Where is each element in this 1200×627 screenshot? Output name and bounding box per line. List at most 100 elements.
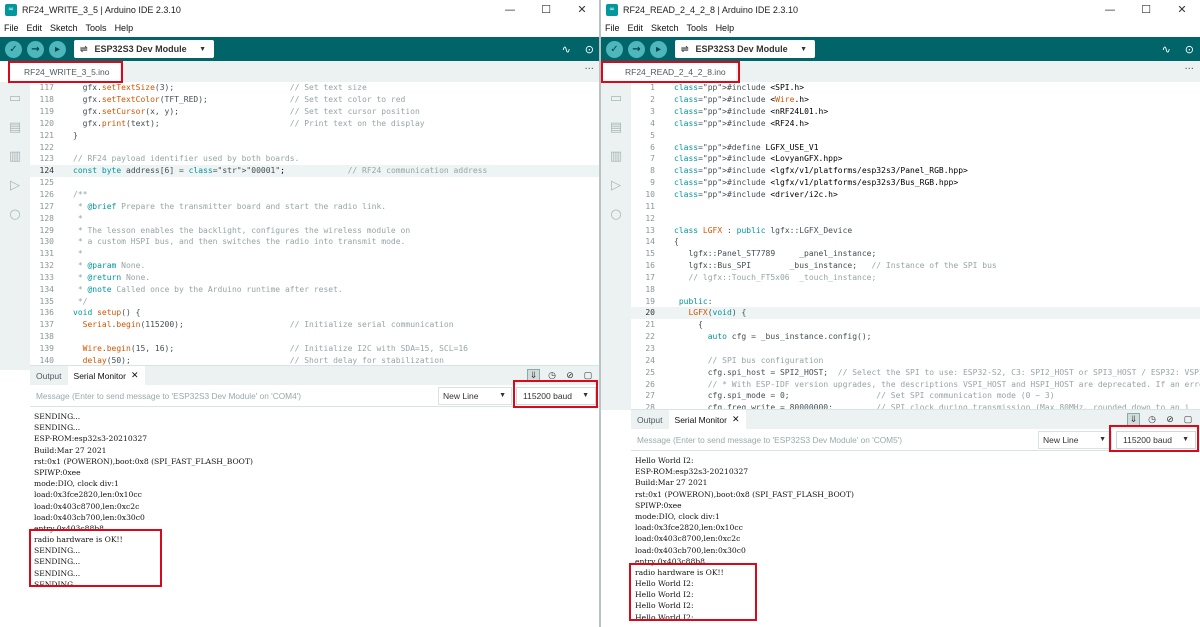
close-icon[interactable]: ✕ bbox=[1164, 0, 1200, 19]
code-line[interactable]: 6 class="pp">#define LGFX_USE_V1 bbox=[631, 141, 1200, 153]
code-line[interactable]: 11 bbox=[631, 200, 1200, 212]
timestamp-icon[interactable]: ◷ bbox=[546, 370, 558, 382]
code-editor[interactable]: 117 gfx.setTextSize(3); // Set text size… bbox=[30, 82, 600, 370]
baud-rate-select[interactable]: 115200 baud ▼ bbox=[1116, 430, 1196, 449]
code-editor[interactable]: 1 class="pp">#include <SPI.h> 2 class="pp">… bbox=[631, 82, 1200, 409]
code-line[interactable]: 133 * @return None. bbox=[30, 272, 600, 284]
code-line[interactable]: 117 gfx.setTextSize(3); // Set text size bbox=[30, 82, 600, 94]
boards-manager-icon[interactable]: ▤ bbox=[9, 121, 21, 134]
code-line[interactable]: 125 bbox=[30, 177, 600, 189]
menu-tools[interactable]: Tools bbox=[82, 23, 111, 33]
autoscroll-icon[interactable]: ⇓ bbox=[527, 369, 540, 382]
autoscroll-icon[interactable]: ⇓ bbox=[1127, 413, 1140, 426]
code-line[interactable]: 14 { bbox=[631, 236, 1200, 248]
verify-button[interactable]: ✓ bbox=[5, 40, 22, 58]
code-line[interactable]: 135 */ bbox=[30, 295, 600, 307]
menu-help[interactable]: Help bbox=[712, 23, 739, 33]
board-selector[interactable]: ⇌ ESP32S3 Dev Module ▼ bbox=[675, 40, 815, 58]
board-selector[interactable]: ⇌ ESP32S3 Dev Module ▼ bbox=[74, 40, 214, 58]
menu-file[interactable]: File bbox=[601, 23, 624, 33]
code-line[interactable]: 121} bbox=[30, 129, 600, 141]
code-line[interactable]: 122 bbox=[30, 141, 600, 153]
menu-sketch[interactable]: Sketch bbox=[647, 23, 683, 33]
code-line[interactable]: 130 * a custom HSPI bus, and then switch… bbox=[30, 236, 600, 248]
code-line[interactable]: 24 // SPI bus configuration bbox=[631, 354, 1200, 366]
code-line[interactable]: 22 auto cfg = _bus_instance.config(); bbox=[631, 331, 1200, 343]
code-line[interactable]: 124 const byte address[6] = class="str">"… bbox=[30, 164, 600, 177]
upload-button[interactable]: → bbox=[27, 40, 44, 58]
code-line[interactable]: 127 * @brief Prepare the transmitter boa… bbox=[30, 200, 600, 212]
tab-sketch-file[interactable]: RF24_READ_2_4_2_8.ino bbox=[601, 62, 736, 82]
code-line[interactable]: 2 class="pp">#include <Wire.h> bbox=[631, 94, 1200, 106]
code-line[interactable]: 123 // RF24 payload identifier used by bo… bbox=[30, 153, 600, 165]
maximize-panel-icon[interactable]: ▢ bbox=[582, 370, 594, 382]
code-line[interactable]: 26 // * With ESP-IDF version upgrades, t… bbox=[631, 378, 1200, 390]
code-line[interactable]: 136 void setup() { bbox=[30, 307, 600, 319]
search-icon[interactable]: ○ bbox=[610, 208, 621, 221]
menu-tools[interactable]: Tools bbox=[683, 23, 712, 33]
serial-monitor-icon[interactable]: ⊙ bbox=[585, 43, 594, 56]
serial-plotter-icon[interactable]: ∿ bbox=[1162, 43, 1171, 56]
minimize-icon[interactable]: — bbox=[1092, 0, 1128, 19]
more-icon[interactable]: ··· bbox=[584, 64, 594, 75]
code-line[interactable]: 129 * The lesson enables the backlight, … bbox=[30, 224, 600, 236]
tab-serial-monitor[interactable]: Serial Monitor ✕ bbox=[67, 366, 145, 385]
code-line[interactable]: 1 class="pp">#include <SPI.h> bbox=[631, 82, 1200, 94]
code-line[interactable]: 17 // lgfx::Touch_FT5x06 _touch_instance… bbox=[631, 272, 1200, 284]
code-line[interactable]: 3 class="pp">#include <nRF24L01.h> bbox=[631, 106, 1200, 118]
debug-icon[interactable]: ▷ bbox=[10, 179, 20, 192]
code-line[interactable]: 120 gfx.print(text); // Print text on th… bbox=[30, 118, 600, 130]
menu-file[interactable]: File bbox=[0, 23, 23, 33]
clear-output-icon[interactable]: ⊘ bbox=[564, 370, 576, 382]
code-line[interactable]: 4 class="pp">#include <RF24.h> bbox=[631, 118, 1200, 130]
line-ending-select[interactable]: New Line ▼ bbox=[1038, 430, 1112, 449]
code-line[interactable]: 134 * @note Called once by the Arduino r… bbox=[30, 283, 600, 295]
maximize-icon[interactable]: ☐ bbox=[1128, 0, 1164, 19]
code-line[interactable]: 27 cfg.spi_mode = 0; // Set SPI communic… bbox=[631, 390, 1200, 402]
search-icon[interactable]: ○ bbox=[9, 208, 20, 221]
code-line[interactable]: 25 cfg.spi_host = SPI2_HOST; // Select t… bbox=[631, 366, 1200, 378]
menu-sketch[interactable]: Sketch bbox=[46, 23, 82, 33]
folder-icon[interactable]: ▭ bbox=[9, 92, 21, 105]
library-icon[interactable]: ▥ bbox=[610, 150, 622, 163]
serial-monitor-icon[interactable]: ⊙ bbox=[1185, 43, 1194, 56]
debug-icon[interactable]: ▷ bbox=[611, 179, 621, 192]
code-line[interactable]: 128 * bbox=[30, 212, 600, 224]
code-line[interactable]: 18 bbox=[631, 283, 1200, 295]
serial-plotter-icon[interactable]: ∿ bbox=[562, 43, 571, 56]
maximize-icon[interactable]: ☐ bbox=[528, 0, 564, 19]
code-line[interactable]: 28 cfg.freq_write = 80000000; // SPI clo… bbox=[631, 402, 1200, 409]
folder-icon[interactable]: ▭ bbox=[610, 92, 622, 105]
code-line[interactable]: 137 Serial.begin(115200); // Initialize … bbox=[30, 319, 600, 331]
code-line[interactable]: 139 Wire.begin(15, 16); // Initialize I2… bbox=[30, 343, 600, 355]
upload-button[interactable]: → bbox=[628, 40, 645, 58]
code-line[interactable]: 10 class="pp">#include <driver/i2c.h> bbox=[631, 189, 1200, 201]
message-input[interactable]: Message (Enter to send message to 'ESP32… bbox=[631, 435, 1038, 445]
code-line[interactable]: 132 * @param None. bbox=[30, 260, 600, 272]
code-line[interactable]: 126 /** bbox=[30, 189, 600, 201]
maximize-panel-icon[interactable]: ▢ bbox=[1182, 414, 1194, 426]
debug-button[interactable]: ▸ bbox=[650, 40, 667, 58]
timestamp-icon[interactable]: ◷ bbox=[1146, 414, 1158, 426]
code-line[interactable]: 23 bbox=[631, 343, 1200, 355]
verify-button[interactable]: ✓ bbox=[606, 40, 623, 58]
close-icon[interactable]: ✕ bbox=[732, 414, 740, 425]
clear-output-icon[interactable]: ⊘ bbox=[1164, 414, 1176, 426]
code-line[interactable]: 16 lgfx::Bus_SPI _bus_instance; // Insta… bbox=[631, 260, 1200, 272]
code-line[interactable]: 21 { bbox=[631, 319, 1200, 331]
boards-manager-icon[interactable]: ▤ bbox=[610, 121, 622, 134]
tab-sketch-file[interactable]: RF24_WRITE_3_5.ino bbox=[0, 62, 120, 82]
tab-serial-monitor[interactable]: Serial Monitor ✕ bbox=[668, 410, 746, 429]
line-ending-select[interactable]: New Line ▼ bbox=[438, 386, 512, 405]
code-line[interactable]: 19 public: bbox=[631, 295, 1200, 307]
debug-button[interactable]: ▸ bbox=[49, 40, 66, 58]
code-line[interactable]: 20 LGFX(void) { bbox=[631, 307, 1200, 319]
code-line[interactable]: 12 bbox=[631, 212, 1200, 224]
minimize-icon[interactable]: — bbox=[492, 0, 528, 19]
code-line[interactable]: 8 class="pp">#include <lgfx/v1/platforms/… bbox=[631, 165, 1200, 177]
code-line[interactable]: 118 gfx.setTextColor(TFT_RED); // Set te… bbox=[30, 94, 600, 106]
more-icon[interactable]: ··· bbox=[1184, 64, 1194, 75]
close-icon[interactable]: ✕ bbox=[564, 0, 600, 19]
menu-edit[interactable]: Edit bbox=[23, 23, 47, 33]
code-line[interactable]: 9 class="pp">#include <lgfx/v1/platforms/… bbox=[631, 177, 1200, 189]
